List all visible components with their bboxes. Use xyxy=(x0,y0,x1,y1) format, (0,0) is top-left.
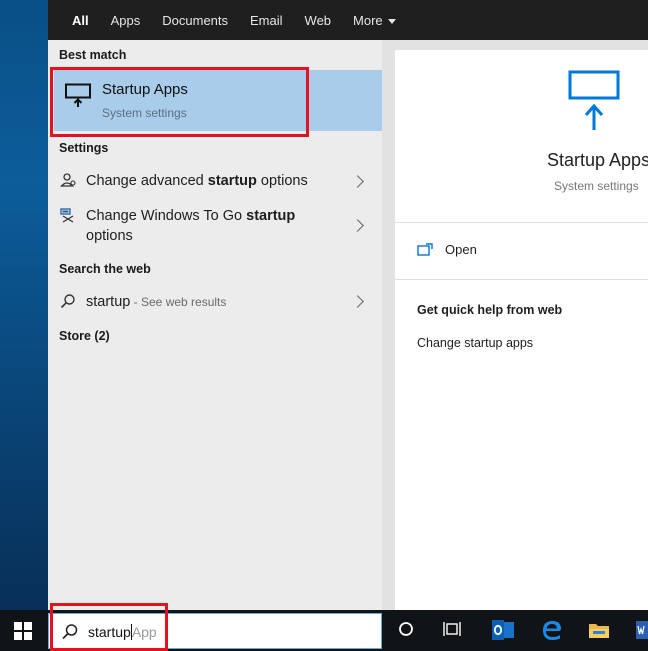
desktop-wallpaper xyxy=(0,0,48,610)
preview-subtitle: System settings xyxy=(554,179,639,193)
search-results-pane: Best match Startup Apps System settings … xyxy=(48,40,382,610)
preview-title: Startup Apps xyxy=(547,150,648,170)
search-icon xyxy=(60,294,75,309)
divider xyxy=(395,222,648,223)
settings-result-label: Change advanced startup options xyxy=(86,171,308,191)
search-autocomplete-hint: App xyxy=(131,624,157,640)
section-store[interactable]: Store (2) xyxy=(59,329,110,343)
edge-icon[interactable] xyxy=(541,619,563,641)
tab-web[interactable]: Web xyxy=(305,13,332,28)
settings-result-label: Change Windows To Go startup options xyxy=(86,206,295,246)
text-part: Change advanced xyxy=(86,173,208,189)
cortana-icon[interactable] xyxy=(398,621,414,637)
search-typed-text: startup xyxy=(88,624,131,640)
tab-documents[interactable]: Documents xyxy=(162,13,228,28)
text-part: options xyxy=(86,228,133,244)
monitor-arrow-icon xyxy=(65,83,91,107)
search-query: startupApp xyxy=(88,624,157,640)
caret-down-icon xyxy=(387,18,396,24)
text-part: options xyxy=(256,173,308,189)
tab-all[interactable]: All xyxy=(70,13,91,42)
text-part: Change Windows To Go xyxy=(86,208,247,224)
settings-result-advanced-startup[interactable]: Change advanced startup options xyxy=(48,168,382,198)
tab-more-label: More xyxy=(353,12,383,28)
chevron-right-icon[interactable] xyxy=(351,295,364,308)
monitor-arrow-icon xyxy=(568,70,620,130)
file-explorer-icon[interactable] xyxy=(588,619,610,641)
best-match-subtitle: System settings xyxy=(102,106,187,120)
search-filter-tabs: All Apps Documents Email Web More xyxy=(48,0,648,42)
word-icon[interactable] xyxy=(636,619,648,641)
preview-card: Startup Apps System settings Open Get qu… xyxy=(395,50,648,610)
user-settings-icon xyxy=(60,173,76,187)
windows-logo-icon[interactable] xyxy=(14,622,32,640)
text-bold: startup xyxy=(246,208,296,224)
web-search-result[interactable]: startup - See web results xyxy=(48,290,382,316)
quick-help-link[interactable]: Change startup apps xyxy=(417,336,533,350)
preview-pane: Startup Apps System settings Open Get qu… xyxy=(382,40,648,610)
best-match-result[interactable]: Startup Apps System settings xyxy=(54,70,382,131)
tab-apps[interactable]: Apps xyxy=(111,13,141,28)
outlook-icon[interactable] xyxy=(491,619,515,641)
section-settings: Settings xyxy=(59,141,109,155)
quick-help-title: Get quick help from web xyxy=(417,303,563,317)
tab-more[interactable]: More xyxy=(353,13,396,28)
tab-email[interactable]: Email xyxy=(250,13,283,28)
usb-drive-icon xyxy=(60,208,74,223)
text-bold: startup xyxy=(207,173,257,189)
chevron-right-icon[interactable] xyxy=(351,219,364,232)
best-match-title: Startup Apps xyxy=(102,81,188,98)
chevron-right-icon[interactable] xyxy=(351,175,364,188)
open-window-icon xyxy=(417,242,433,256)
search-icon xyxy=(62,624,78,640)
taskbar: startupApp xyxy=(0,610,648,651)
web-suffix: - See web results xyxy=(130,295,227,309)
open-action[interactable]: Open xyxy=(417,242,477,257)
settings-result-windows-to-go[interactable]: Change Windows To Go startup options xyxy=(48,203,382,249)
web-search-label: startup - See web results xyxy=(86,292,226,312)
web-query: startup xyxy=(86,294,131,310)
section-best-match: Best match xyxy=(59,48,127,62)
divider xyxy=(395,279,648,280)
open-label: Open xyxy=(445,242,477,257)
task-view-icon[interactable] xyxy=(443,621,461,637)
taskbar-search-input[interactable]: startupApp xyxy=(48,613,382,649)
section-search-web: Search the web xyxy=(59,262,151,276)
